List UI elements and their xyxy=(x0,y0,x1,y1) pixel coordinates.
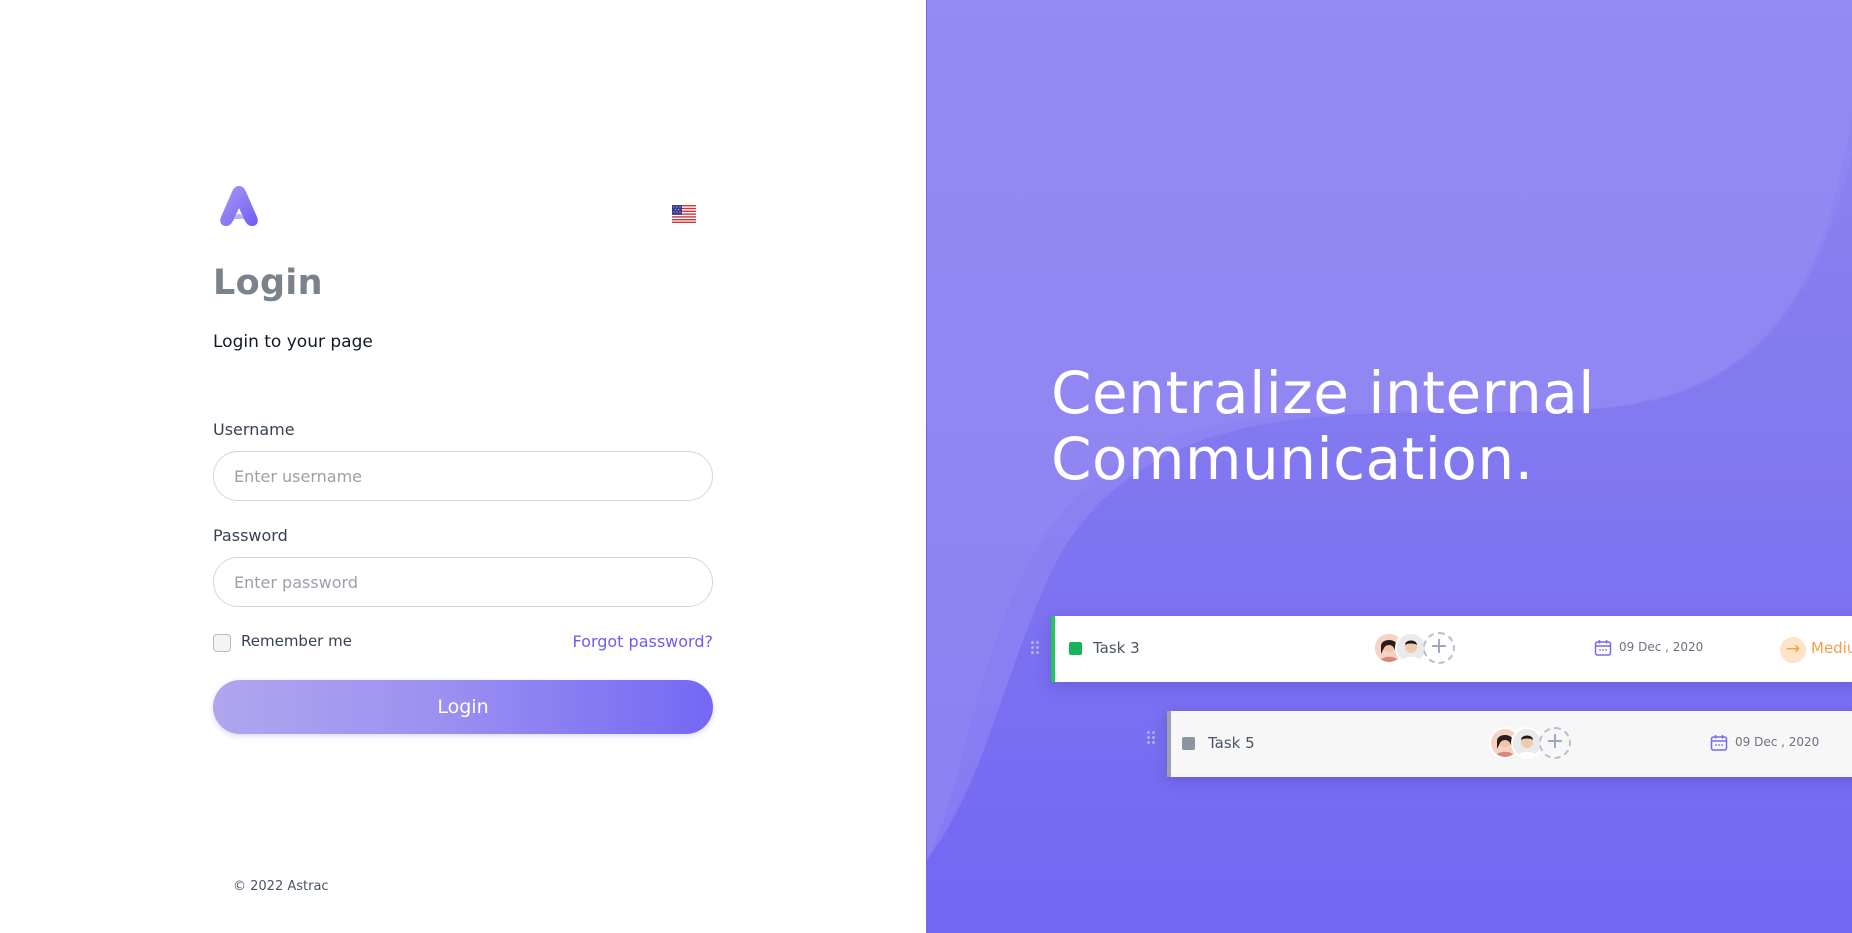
login-panel: Login Login to your page Username Passwo… xyxy=(0,0,926,933)
task-date: 09 Dec , 2020 xyxy=(1735,735,1820,749)
astrac-logo-icon xyxy=(218,184,260,228)
task-name: Task 5 xyxy=(1208,734,1255,752)
hero-panel: Centralize internal Communication. Task … xyxy=(926,0,1852,933)
task-date: 09 Dec , 2020 xyxy=(1619,640,1704,654)
remember-me-label[interactable]: Remember me xyxy=(241,632,352,650)
remember-me-checkbox[interactable] xyxy=(213,634,231,652)
copyright-text: © 2022 Astrac xyxy=(233,879,329,894)
page-subtitle: Login to your page xyxy=(213,332,373,352)
status-indicator xyxy=(1069,642,1082,655)
drag-handle-icon[interactable] xyxy=(1147,731,1157,747)
arrow-right-icon: → xyxy=(1780,637,1806,663)
password-label: Password xyxy=(213,526,288,545)
hero-headline-line-2: Communication. xyxy=(1051,425,1534,493)
username-label: Username xyxy=(213,420,295,439)
drag-handle-icon[interactable] xyxy=(1031,641,1041,657)
hero-headline-line-1: Centralize internal xyxy=(1051,359,1595,427)
hero-headline: Centralize internal Communication. xyxy=(1051,360,1595,492)
forgot-password-link[interactable]: Forgot password? xyxy=(573,632,713,651)
us-flag-icon[interactable] xyxy=(672,205,696,223)
username-input[interactable] xyxy=(213,451,713,501)
calendar-icon xyxy=(1710,735,1728,751)
task-card[interactable]: Task 3 + 09 Dec , 2020 → Medium xyxy=(1051,616,1852,682)
login-button[interactable]: Login xyxy=(213,680,713,734)
task-priority: Medium xyxy=(1811,639,1852,657)
password-input[interactable] xyxy=(213,557,713,607)
status-indicator xyxy=(1182,737,1195,750)
page-title: Login xyxy=(213,263,323,303)
calendar-icon xyxy=(1594,640,1612,656)
add-member-icon[interactable]: + xyxy=(1423,632,1455,664)
task-name: Task 3 xyxy=(1093,639,1140,657)
add-member-icon[interactable]: + xyxy=(1539,727,1571,759)
task-card[interactable]: Task 5 + 09 Dec , 2020 xyxy=(1167,711,1852,777)
